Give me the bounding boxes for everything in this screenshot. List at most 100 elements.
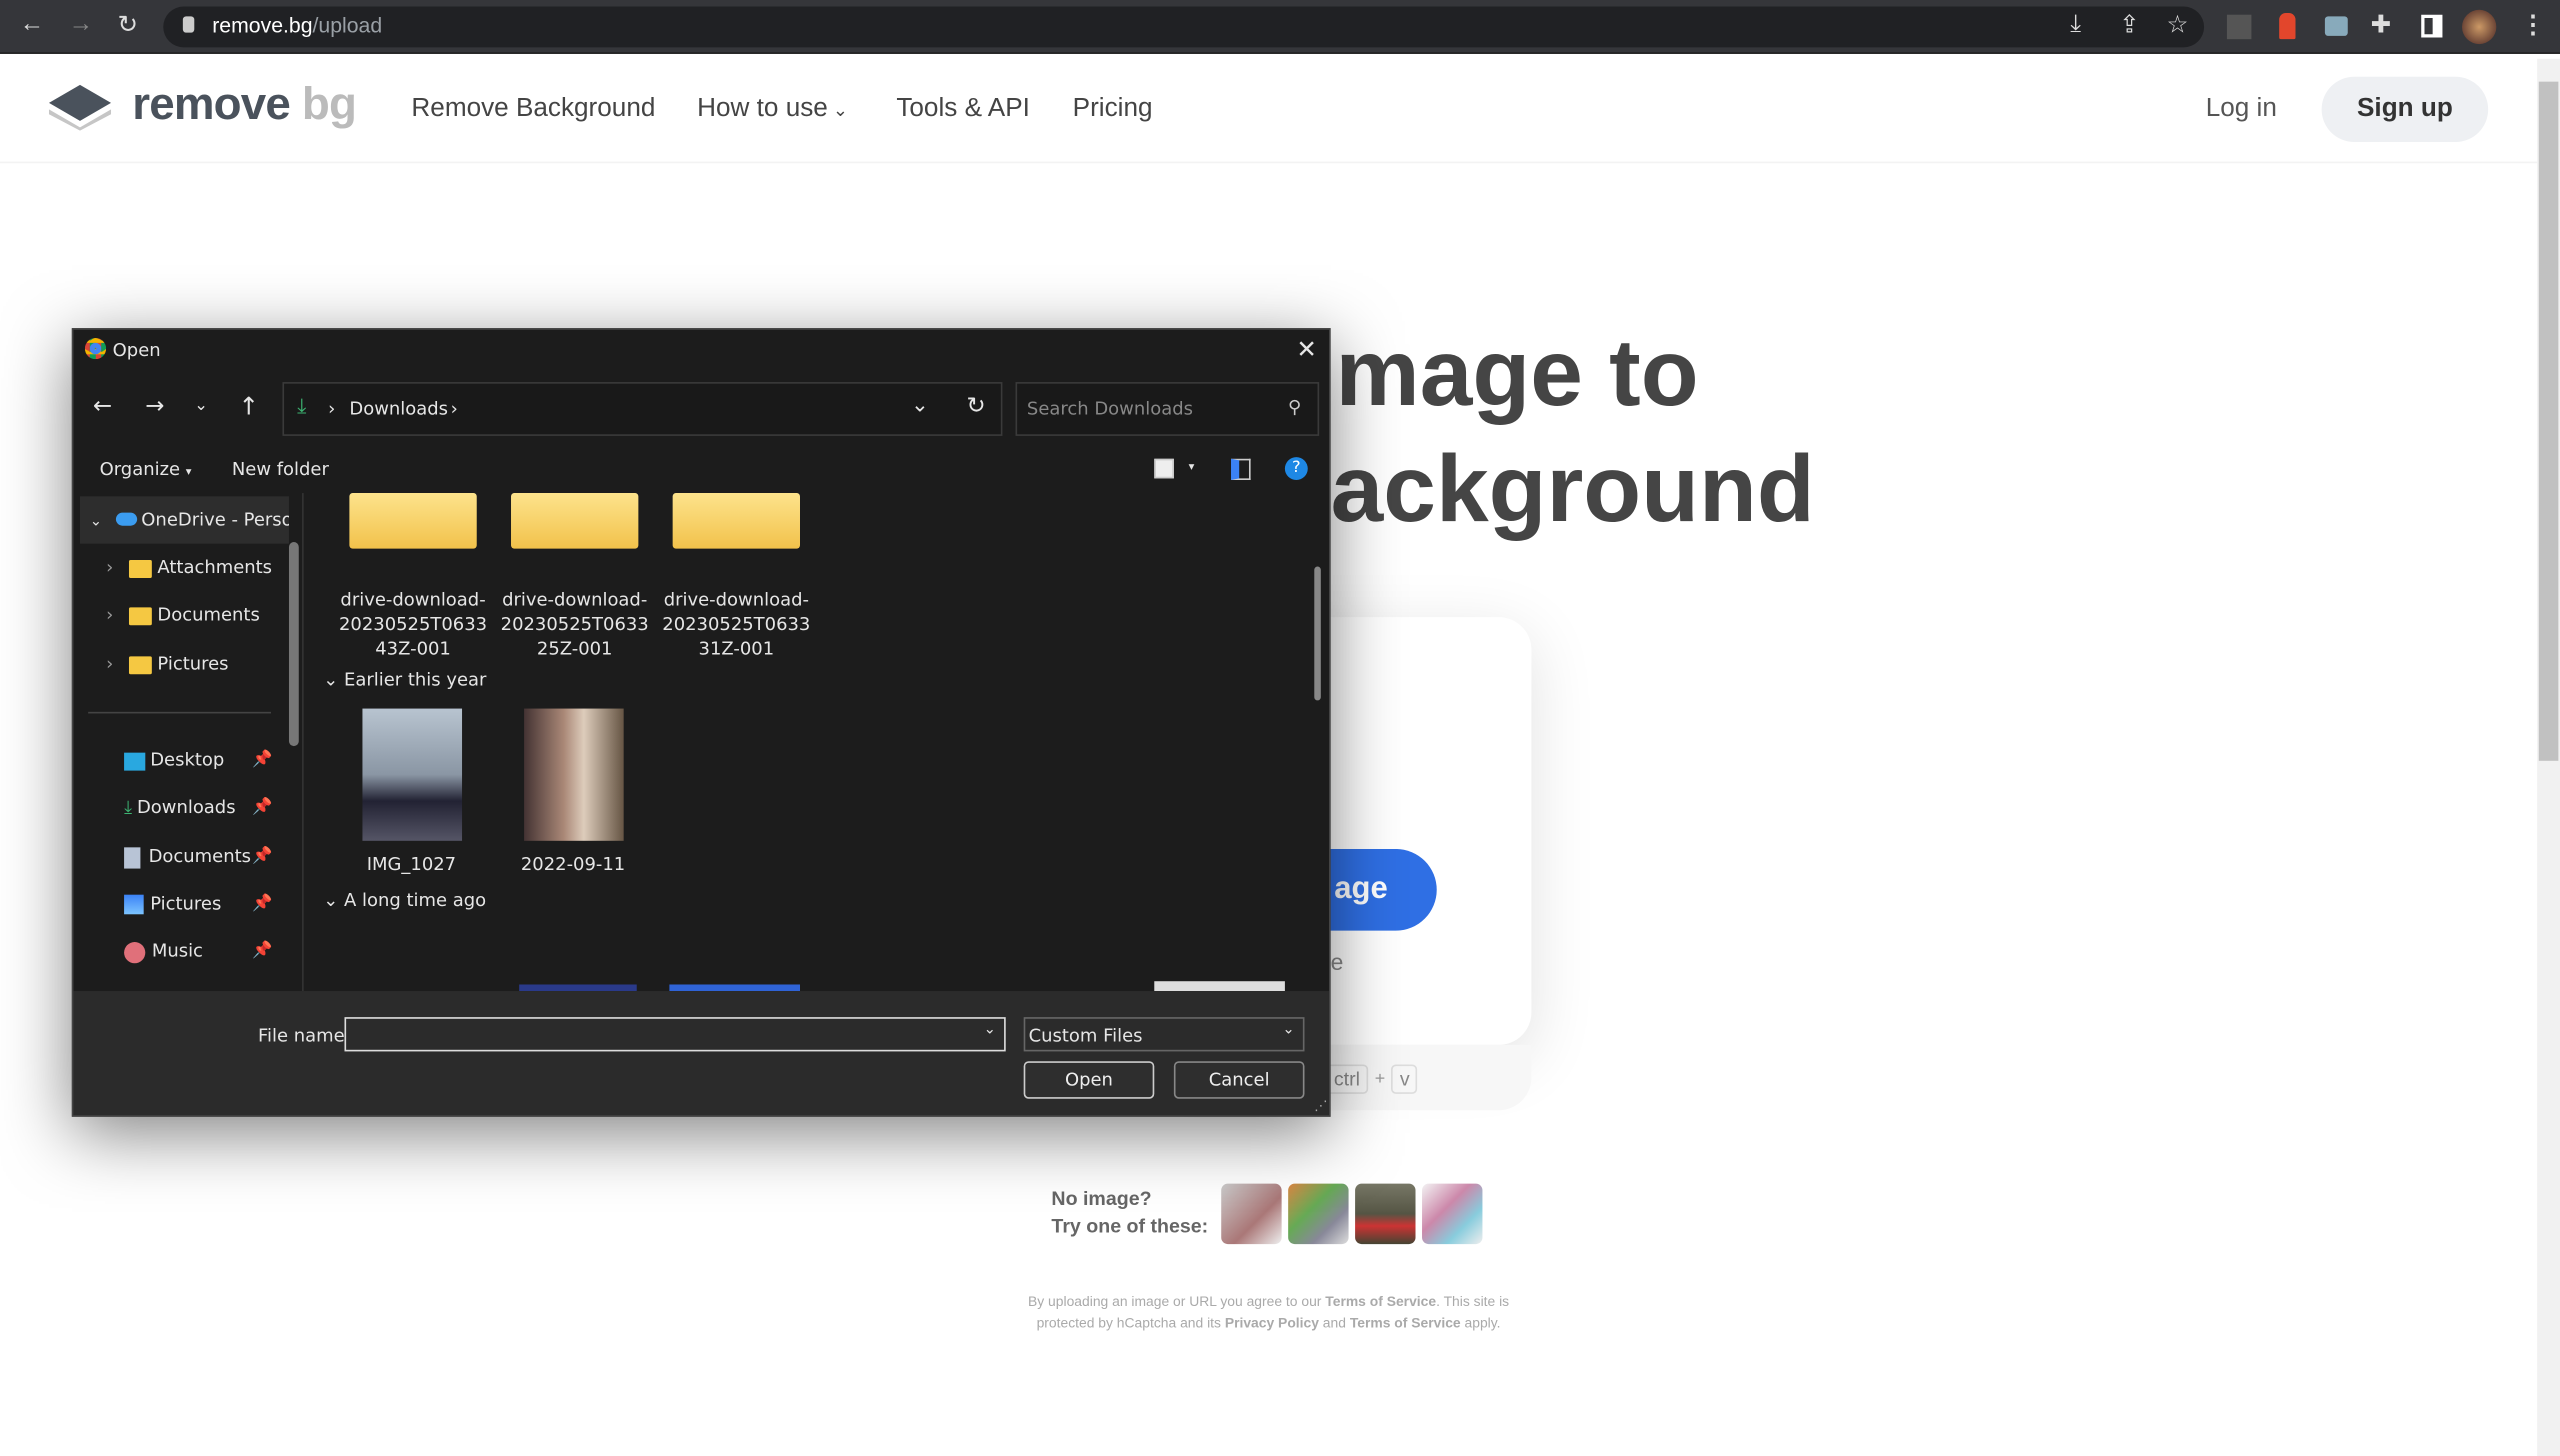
extension-icon[interactable] — [2226, 14, 2252, 40]
caret-down-icon[interactable]: ▾ — [1189, 460, 1195, 473]
pin-icon[interactable]: 📌 — [252, 927, 272, 974]
cancel-button[interactable]: Cancel — [1173, 1061, 1305, 1099]
install-icon[interactable]: ⤓ — [2070, 10, 2081, 38]
quick-music[interactable]: Music 📌 — [73, 927, 282, 974]
dialog-title: Open — [112, 339, 161, 361]
terms-link[interactable]: Terms of Service — [1350, 1314, 1461, 1330]
file-name-input[interactable]: ⌄ — [344, 1017, 1006, 1052]
pin-icon[interactable]: 📌 — [252, 736, 272, 783]
pin-icon[interactable]: 📌 — [252, 880, 272, 927]
address-bar[interactable]: ⤓ › Downloads › ⌄ ↻ — [282, 382, 1003, 436]
view-options-icon[interactable] — [1154, 458, 1174, 479]
image-thumbnail — [361, 708, 462, 841]
open-button[interactable]: Open — [1023, 1061, 1155, 1099]
new-folder-button[interactable]: New folder — [232, 459, 329, 480]
nav-how-to-use[interactable]: How to use ⌄ — [697, 95, 848, 124]
file-type-select[interactable]: Custom Files ⌄ — [1023, 1017, 1305, 1052]
file-list-scrollbar[interactable] — [1314, 566, 1321, 701]
nav-pictures[interactable]: › Pictures — [73, 640, 282, 687]
sample-image-car[interactable] — [1355, 1183, 1416, 1245]
close-icon[interactable]: ✕ — [1296, 335, 1317, 364]
recent-locations-icon[interactable]: ⌄ — [194, 397, 208, 415]
sample-image-pigeon[interactable] — [1288, 1183, 1349, 1245]
nav-onedrive[interactable]: ⌄ OneDrive - Perso — [79, 496, 289, 544]
nav-label: Documents — [148, 845, 251, 867]
navigation-pane: ⌄ OneDrive - Perso › Attachments › Document… — [73, 493, 299, 991]
group-header-long-ago[interactable]: ⌄ A long time ago — [323, 890, 486, 911]
chevron-down-icon[interactable]: ⌄ — [911, 393, 929, 417]
forward-icon[interactable]: → — [145, 393, 164, 419]
sample-image-person[interactable] — [1221, 1183, 1282, 1245]
refresh-icon[interactable]: ↻ — [967, 393, 986, 419]
puzzle-icon[interactable]: ✚ — [2371, 10, 2392, 39]
reload-icon[interactable]: ↻ — [118, 10, 139, 39]
nav-scrollbar[interactable] — [288, 542, 299, 747]
up-icon[interactable]: ↑ — [238, 392, 259, 421]
file-name: 2022-09-11 — [520, 853, 626, 876]
search-icon: ⚲ — [1288, 396, 1302, 418]
nav-attachments[interactable]: › Attachments — [73, 544, 282, 591]
help-icon[interactable]: ? — [1284, 457, 1308, 480]
chevron-down-icon[interactable]: ⌄ — [984, 1022, 996, 1038]
login-link[interactable]: Log in — [2206, 95, 2277, 124]
lock-icon[interactable] — [182, 16, 195, 33]
folder-icon — [672, 493, 800, 549]
search-placeholder: Search Downloads — [1026, 398, 1193, 420]
group-label: A long time ago — [344, 889, 487, 912]
organize-button[interactable]: Organize ▾ — [100, 459, 192, 480]
pictures-icon — [124, 894, 144, 915]
group-header-earlier[interactable]: ⌄ Earlier this year — [323, 669, 486, 690]
resize-grip-icon[interactable]: ⋰ — [1314, 1099, 1327, 1114]
address-bar[interactable] — [163, 6, 2205, 48]
nav-pricing[interactable]: Pricing — [1073, 95, 1153, 124]
profile-avatar[interactable] — [2462, 9, 2497, 45]
quick-desktop[interactable]: Desktop 📌 — [73, 736, 282, 783]
logo-icon[interactable] — [46, 82, 115, 131]
file-name: 20230525T0633 — [500, 613, 649, 636]
breadcrumb-downloads[interactable]: Downloads — [349, 398, 448, 419]
folder-item[interactable]: drive-download- 20230525T0633 25Z-001 — [496, 493, 653, 661]
extension-icon[interactable] — [2279, 13, 2296, 40]
share-icon[interactable]: ⇪ — [2119, 10, 2140, 39]
nav-documents[interactable]: › Documents — [73, 591, 282, 638]
nav-remove-background[interactable]: Remove Background — [411, 95, 655, 124]
quick-documents[interactable]: Documents 📌 — [73, 833, 282, 880]
quick-downloads[interactable]: ⤓ Downloads 📌 — [73, 784, 282, 831]
file-name: drive-download- — [663, 589, 809, 611]
url-path: /upload — [312, 13, 383, 38]
breadcrumb-chevron[interactable]: › — [451, 398, 458, 419]
extension-icon[interactable] — [2324, 16, 2348, 36]
pin-icon[interactable]: 📌 — [252, 784, 272, 831]
nav-tools-api[interactable]: Tools & API — [896, 95, 1030, 124]
page-scrollbar[interactable] — [2537, 58, 2560, 1456]
image-item[interactable]: 2022-09-11 — [495, 708, 652, 877]
folder-icon — [129, 606, 153, 625]
sidepanel-icon[interactable] — [2421, 14, 2443, 38]
back-icon[interactable]: ← — [20, 10, 44, 38]
forward-icon[interactable]: → — [69, 10, 93, 38]
search-input[interactable]: Search Downloads ⚲ — [1015, 382, 1320, 436]
sample-image-fitness[interactable] — [1422, 1183, 1483, 1245]
terms-link[interactable]: Terms of Service — [1325, 1293, 1436, 1309]
folder-item[interactable]: drive-download- 20230525T0633 31Z-001 — [658, 493, 815, 661]
folder-icon — [129, 655, 153, 674]
pin-icon[interactable]: 📌 — [252, 833, 272, 880]
quick-pictures[interactable]: Pictures 📌 — [73, 880, 282, 927]
star-icon[interactable]: ☆ — [2167, 10, 2189, 39]
url-host: remove.bg — [212, 13, 313, 38]
image-item[interactable]: IMG_1027 — [333, 708, 490, 877]
folder-item[interactable]: drive-download- 20230525T0633 43Z-001 — [335, 493, 492, 661]
chevron-down-icon: ⌄ — [323, 669, 345, 691]
open-file-dialog: Open ✕ ← → ⌄ ↑ ⤓ › Downloads › ⌄ ↻ Searc… — [71, 328, 1331, 1117]
file-name: 43Z-001 — [375, 638, 451, 660]
url[interactable]: remove.bg/upload — [212, 13, 382, 37]
try-one-label: Try one of these: — [1051, 1214, 1209, 1238]
signup-button[interactable]: Sign up — [2321, 76, 2489, 143]
logo-text[interactable]: remove bg — [132, 78, 357, 130]
menu-icon[interactable]: ⋮ — [2521, 10, 2545, 39]
preview-pane-icon[interactable] — [1231, 458, 1251, 480]
back-icon[interactable]: ← — [93, 393, 112, 419]
scrollbar-thumb[interactable] — [2538, 81, 2559, 761]
privacy-link[interactable]: Privacy Policy — [1225, 1314, 1319, 1330]
file-name: 20230525T0633 — [662, 613, 811, 636]
